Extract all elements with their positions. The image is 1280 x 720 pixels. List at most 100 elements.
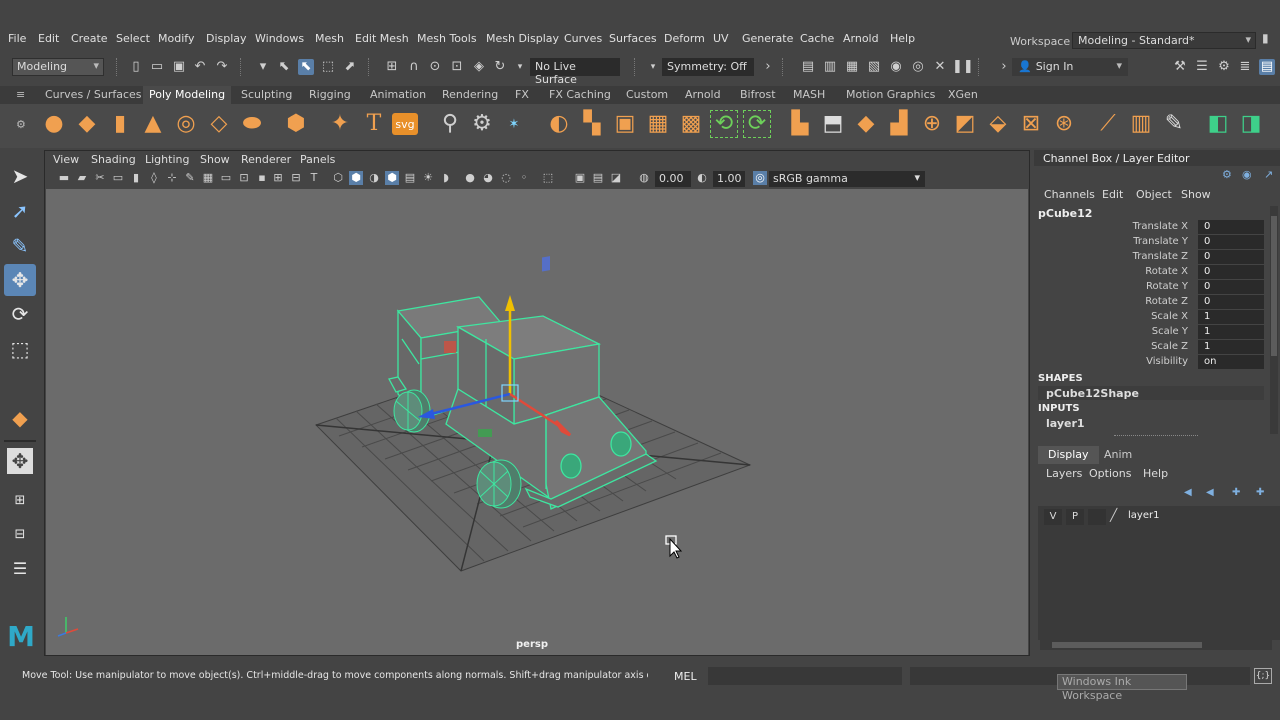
layer-editor-toggle-icon[interactable]: ▤ <box>1259 59 1275 75</box>
shelf-tab-bifrost[interactable]: Bifrost <box>740 88 776 101</box>
menu-cache[interactable]: Cache <box>800 32 834 45</box>
attr-value[interactable]: 0 <box>1198 220 1264 234</box>
four-pane-layout-icon[interactable]: ⊞ <box>4 484 36 516</box>
hscroll-thumb[interactable] <box>1052 642 1202 648</box>
tab-display[interactable]: Display <box>1038 446 1099 464</box>
shelf-tab-rendering[interactable]: Rendering <box>442 88 498 101</box>
layer-playback-toggle[interactable]: P <box>1066 509 1084 525</box>
menu-surfaces[interactable]: Surfaces <box>609 32 657 45</box>
exposure-icon[interactable]: ◍ <box>637 171 651 185</box>
depth-of-field-icon[interactable]: ◦ <box>517 171 531 185</box>
script-editor-button[interactable]: {;} <box>1254 668 1272 684</box>
attr-value[interactable]: 0 <box>1198 265 1264 279</box>
select-component-icon[interactable]: ⬚ <box>320 59 336 75</box>
layer-name[interactable]: layer1 <box>1128 510 1159 521</box>
offset-loop-icon[interactable]: ⊛ <box>1050 110 1078 138</box>
two-pane-layout-icon[interactable]: ⊟ <box>4 518 36 550</box>
attr-value[interactable]: 1 <box>1198 340 1264 354</box>
shape-node-name[interactable]: pCube12Shape <box>1046 387 1139 400</box>
selected-object-name[interactable]: pCube12 <box>1038 207 1092 220</box>
separate-icon[interactable]: ▚ <box>578 110 606 138</box>
cb-menu-edit[interactable]: Edit <box>1102 188 1123 201</box>
attr-row-scale-y[interactable]: Scale Y 1 <box>1034 325 1264 340</box>
shelf-tab-custom[interactable]: Custom <box>626 88 668 101</box>
attr-value[interactable]: 0 <box>1198 250 1264 264</box>
paint-tool-icon[interactable]: ✎ <box>1160 110 1188 138</box>
menu-edit[interactable]: Edit <box>38 32 59 45</box>
last-tool-icon[interactable]: ◆ <box>4 402 36 434</box>
select-tool-icon[interactable]: ➤ <box>4 160 36 192</box>
move-layer-down-icon[interactable]: ◀ <box>1206 487 1214 498</box>
gate-mask-icon[interactable]: ▪ <box>255 171 269 185</box>
layer-list-hscrollbar[interactable] <box>1040 640 1272 650</box>
channel-box-toggle-icon[interactable]: ≣ <box>1237 59 1253 75</box>
tab-anim[interactable]: Anim <box>1094 446 1142 464</box>
channel-box-options-icon[interactable]: ⚙ <box>1222 168 1232 181</box>
connect-icon[interactable]: ⬙ <box>984 110 1012 138</box>
attr-row-rotate-x[interactable]: Rotate X 0 <box>1034 265 1264 280</box>
symmetry-dropdown-icon[interactable]: ▾ <box>645 59 661 75</box>
smooth-icon[interactable]: ▣ <box>611 110 639 138</box>
menu-edit-mesh[interactable]: Edit Mesh <box>355 32 409 45</box>
paint-select-icon[interactable]: ✎ <box>4 230 36 262</box>
attr-row-visibility[interactable]: Visibility on <box>1034 355 1264 370</box>
layer-row[interactable]: V P ╱ layer1 <box>1040 508 1270 526</box>
wireframe-on-shaded-icon[interactable]: ⬢ <box>385 171 399 185</box>
sculpt-brush-icon[interactable]: ⚙ <box>468 110 496 138</box>
menu-collapse-icon[interactable]: ▮ <box>1262 31 1269 45</box>
scroll-thumb[interactable] <box>1271 216 1277 356</box>
light-editor-icon[interactable]: ✕ <box>932 59 948 75</box>
attr-value[interactable]: 0 <box>1198 280 1264 294</box>
hierarchy-mode-icon[interactable]: ▾ <box>255 59 271 75</box>
snap-curve-icon[interactable]: ∩ <box>406 59 422 75</box>
expand-arrow-icon[interactable]: › <box>760 59 776 75</box>
poly-cylinder-icon[interactable]: ▮ <box>106 110 134 138</box>
poly-plane-icon[interactable]: ◇ <box>205 110 233 138</box>
open-scene-icon[interactable]: ▭ <box>149 59 165 75</box>
panel-menu-view[interactable]: View <box>53 153 79 166</box>
shelf-tab-animation[interactable]: Animation <box>370 88 426 101</box>
dropdown-arrow-icon[interactable]: ▾ <box>512 59 528 75</box>
symmetry-field[interactable]: Symmetry: Off <box>662 58 754 76</box>
mirror-icon[interactable]: ⊕ <box>918 110 946 138</box>
menu-select[interactable]: Select <box>116 32 150 45</box>
menu-create[interactable]: Create <box>71 32 108 45</box>
snap-view-icon[interactable]: ⊡ <box>449 59 465 75</box>
menu-uv[interactable]: UV <box>713 32 729 45</box>
poly-cone-icon[interactable]: ▲ <box>139 110 167 138</box>
pause-viewport-icon[interactable]: ❚❚ <box>952 59 974 75</box>
channel-box-help-icon[interactable]: ◉ <box>1242 168 1252 181</box>
menu-mesh[interactable]: Mesh <box>315 32 344 45</box>
exposure-field[interactable]: 0.00 <box>655 171 691 187</box>
panel-menu-panels[interactable]: Panels <box>300 153 335 166</box>
platonic-solid-icon[interactable]: ⬢ <box>282 110 310 138</box>
select-hierarchy-icon[interactable]: ⬉ <box>276 59 292 75</box>
new-scene-icon[interactable]: ▯ <box>128 59 144 75</box>
camera-attributes-icon[interactable]: ▰ <box>75 171 89 185</box>
extrude-icon[interactable]: ▩ <box>677 110 705 138</box>
insert-loop-icon[interactable]: ▥ <box>1127 110 1155 138</box>
sculpt-settings-icon[interactable]: ✶ <box>500 110 528 138</box>
attr-row-rotate-z[interactable]: Rotate Z 0 <box>1034 295 1264 310</box>
single-pane-layout-icon[interactable]: ✥ <box>7 448 33 474</box>
shelf-tab-curves-surfaces[interactable]: Curves / Surfaces <box>45 88 142 101</box>
menu-display[interactable]: Display <box>206 32 247 45</box>
snap-surface-icon[interactable]: ◈ <box>471 59 487 75</box>
sculpt-tool-icon[interactable]: ⚲ <box>436 110 464 138</box>
attr-row-translate-y[interactable]: Translate Y 0 <box>1034 235 1264 250</box>
default-material-icon[interactable]: ◑ <box>367 171 381 185</box>
outliner-layout-icon[interactable]: ☰ <box>4 552 36 584</box>
menu-windows[interactable]: Windows <box>255 32 304 45</box>
screen-space-ao-icon[interactable]: ● <box>463 171 477 185</box>
shelf-tab-fx[interactable]: FX <box>515 88 529 101</box>
script-language-label[interactable]: MEL <box>674 670 697 683</box>
shelf-tab-sculpting[interactable]: Sculpting <box>241 88 292 101</box>
svg-tool-icon[interactable]: svg <box>392 113 418 135</box>
panel-menu-shading[interactable]: Shading <box>91 153 136 166</box>
shadows-icon[interactable]: ◗ <box>439 171 453 185</box>
multi-cut-icon[interactable]: ▙ <box>786 110 814 138</box>
xray-icon[interactable]: ▣ <box>573 171 587 185</box>
target-weld-icon[interactable]: ◩ <box>951 110 979 138</box>
lock-selection-icon[interactable]: ⬈ <box>342 59 358 75</box>
two-d-pan-icon[interactable]: ▮ <box>129 171 143 185</box>
